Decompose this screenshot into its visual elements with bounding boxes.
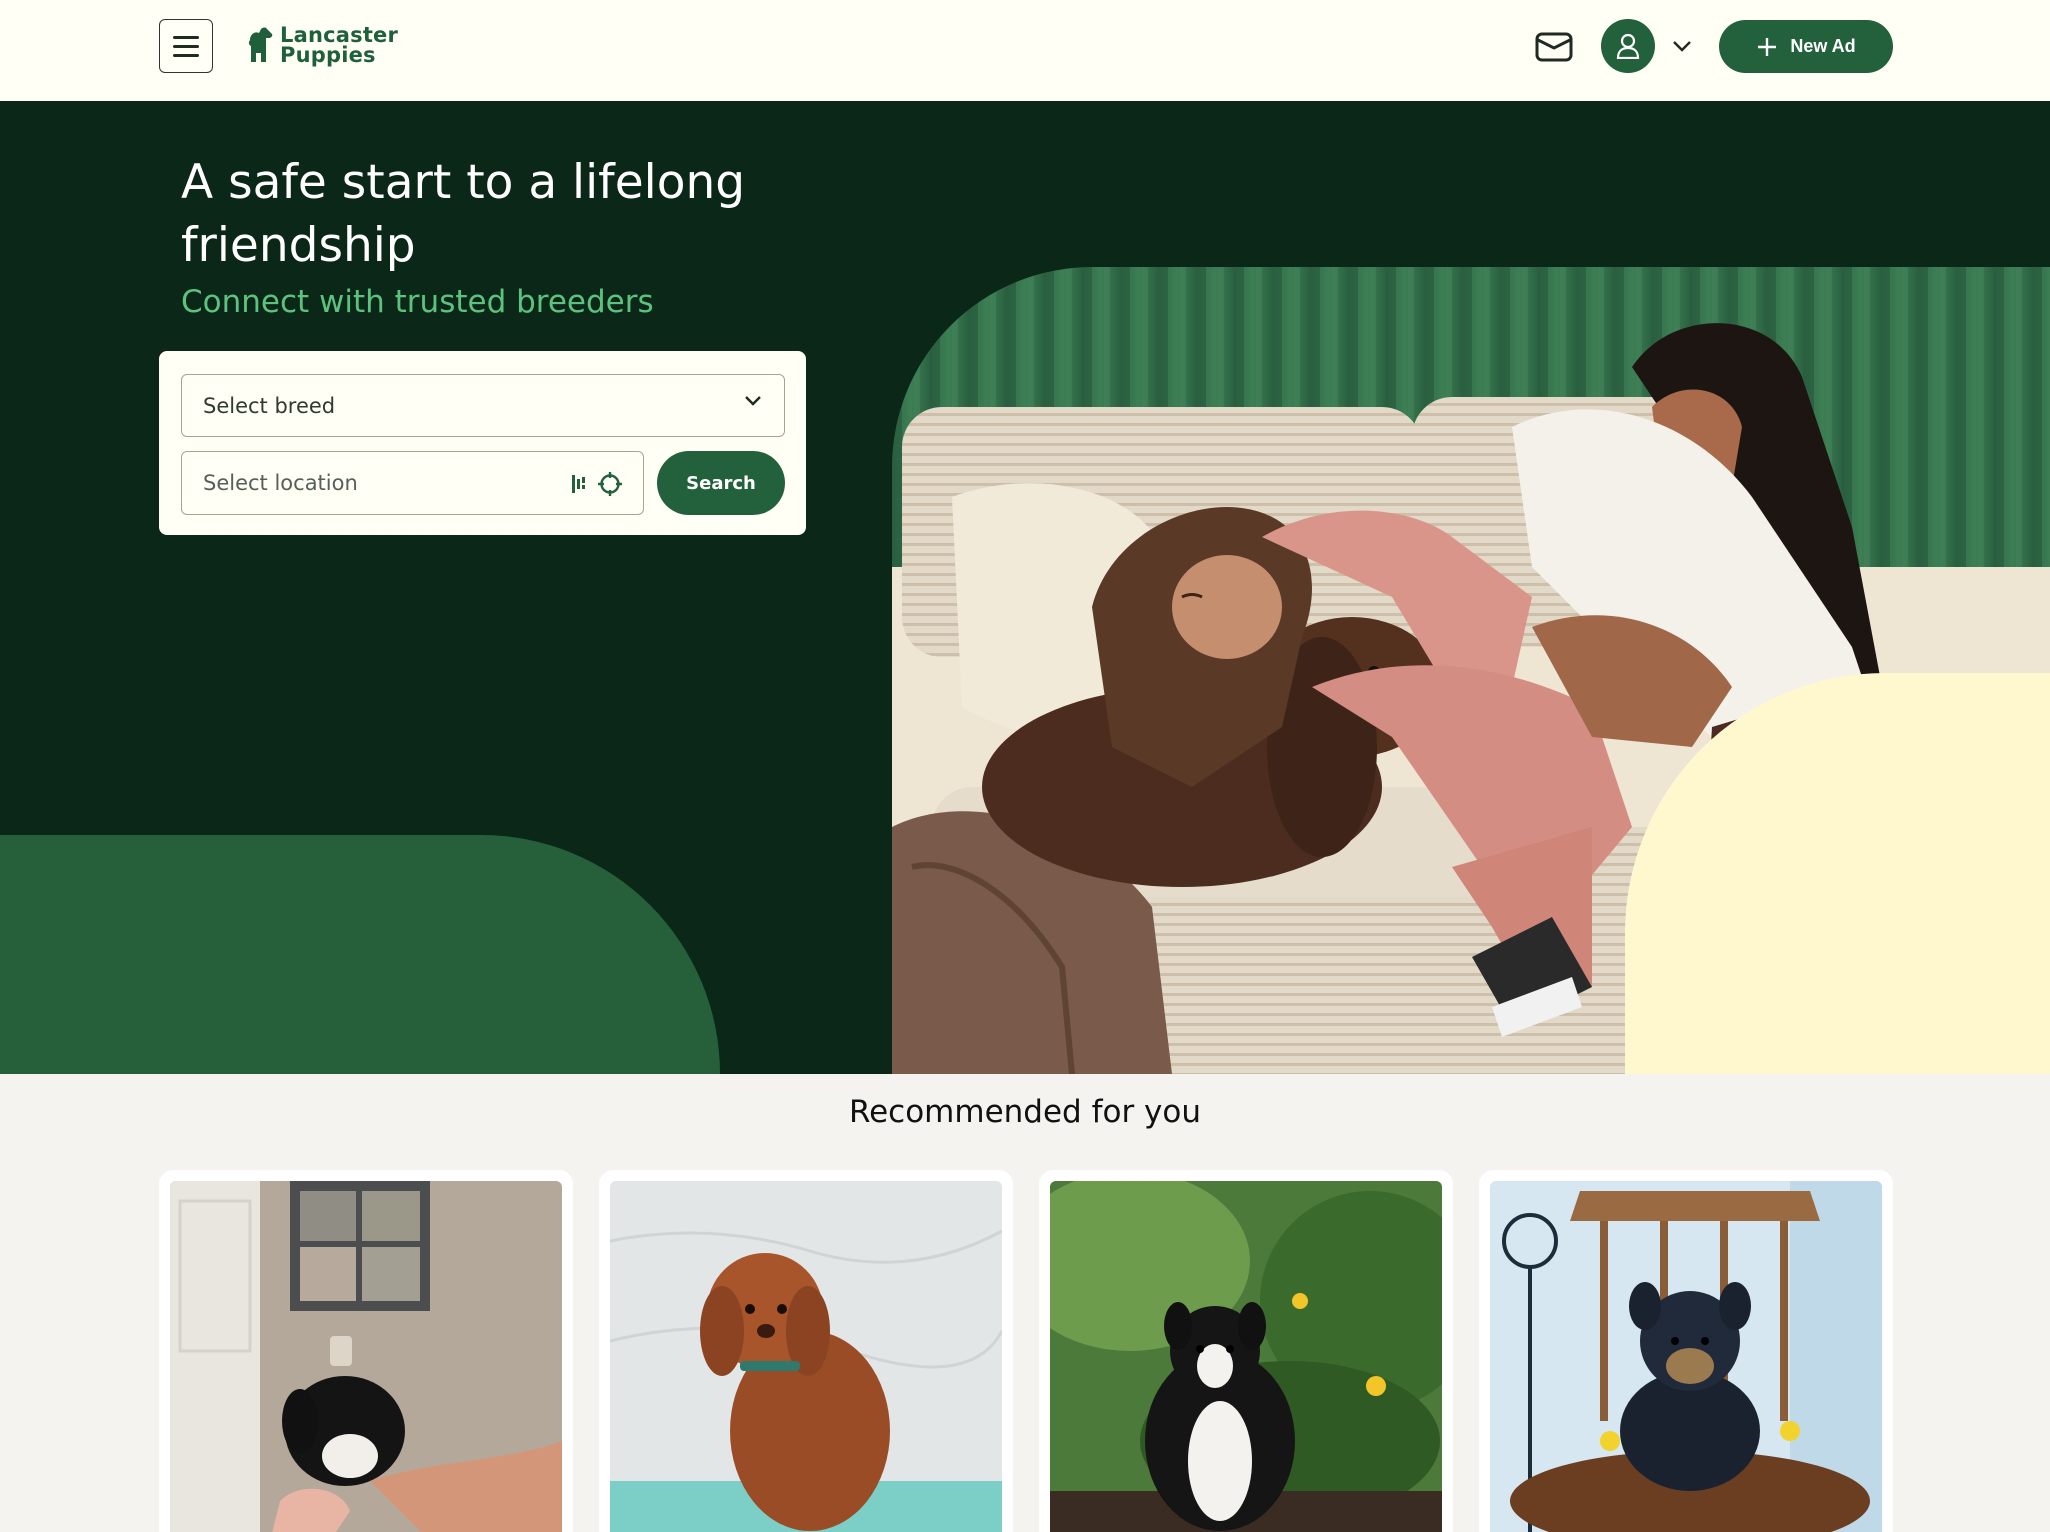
menu-icon xyxy=(173,35,199,39)
brand-logo[interactable]: Lancaster Puppies xyxy=(244,24,398,66)
locate-me-icon[interactable] xyxy=(597,471,623,497)
location-input[interactable] xyxy=(182,452,542,513)
puppy-photo xyxy=(1490,1181,1882,1532)
puppy-logo-icon xyxy=(248,27,273,62)
chevron-down-icon xyxy=(745,396,761,406)
listing-card[interactable] xyxy=(1479,1170,1893,1532)
listing-card[interactable] xyxy=(1039,1170,1453,1532)
search-button[interactable]: Search xyxy=(657,451,785,515)
puppy-photo xyxy=(610,1181,1002,1532)
puppy-photo xyxy=(1050,1181,1442,1532)
brand-line-2: Puppies xyxy=(280,43,376,67)
messages-button[interactable] xyxy=(1533,28,1575,66)
account-avatar[interactable] xyxy=(1601,19,1655,73)
new-ad-label: New Ad xyxy=(1790,36,1856,56)
search-panel: Select breed Search xyxy=(159,351,806,535)
hero-title: A safe start to a lifelong friendship xyxy=(181,155,746,273)
user-icon xyxy=(1616,33,1640,59)
brand-name: Lancaster Puppies xyxy=(280,23,399,67)
brand-line-1: Lancaster xyxy=(280,23,399,47)
hero-section: A safe start to a lifelong friendship Co… xyxy=(0,101,2050,1074)
new-ad-button[interactable]: New Ad xyxy=(1719,20,1893,73)
account-menu-toggle[interactable] xyxy=(1668,32,1696,60)
breed-select[interactable]: Select breed xyxy=(181,374,785,437)
recommended-title: Recommended for you xyxy=(848,1094,1202,1130)
menu-button[interactable] xyxy=(159,19,213,73)
hero-decor-shape xyxy=(0,835,720,1074)
site-header: Lancaster Puppies New Ad xyxy=(0,0,2050,101)
listing-card[interactable] xyxy=(599,1170,1013,1532)
password-manager-icon[interactable] xyxy=(571,473,587,495)
mail-icon xyxy=(1535,32,1573,62)
chevron-down-icon xyxy=(1673,41,1691,52)
puppy-photo xyxy=(170,1181,562,1532)
hero-subtitle: Connect with trusted breeders xyxy=(181,284,654,320)
breed-select-value: Select breed xyxy=(203,393,336,418)
listing-card[interactable] xyxy=(159,1170,573,1532)
location-field xyxy=(181,451,644,515)
plus-icon xyxy=(1758,37,1777,56)
